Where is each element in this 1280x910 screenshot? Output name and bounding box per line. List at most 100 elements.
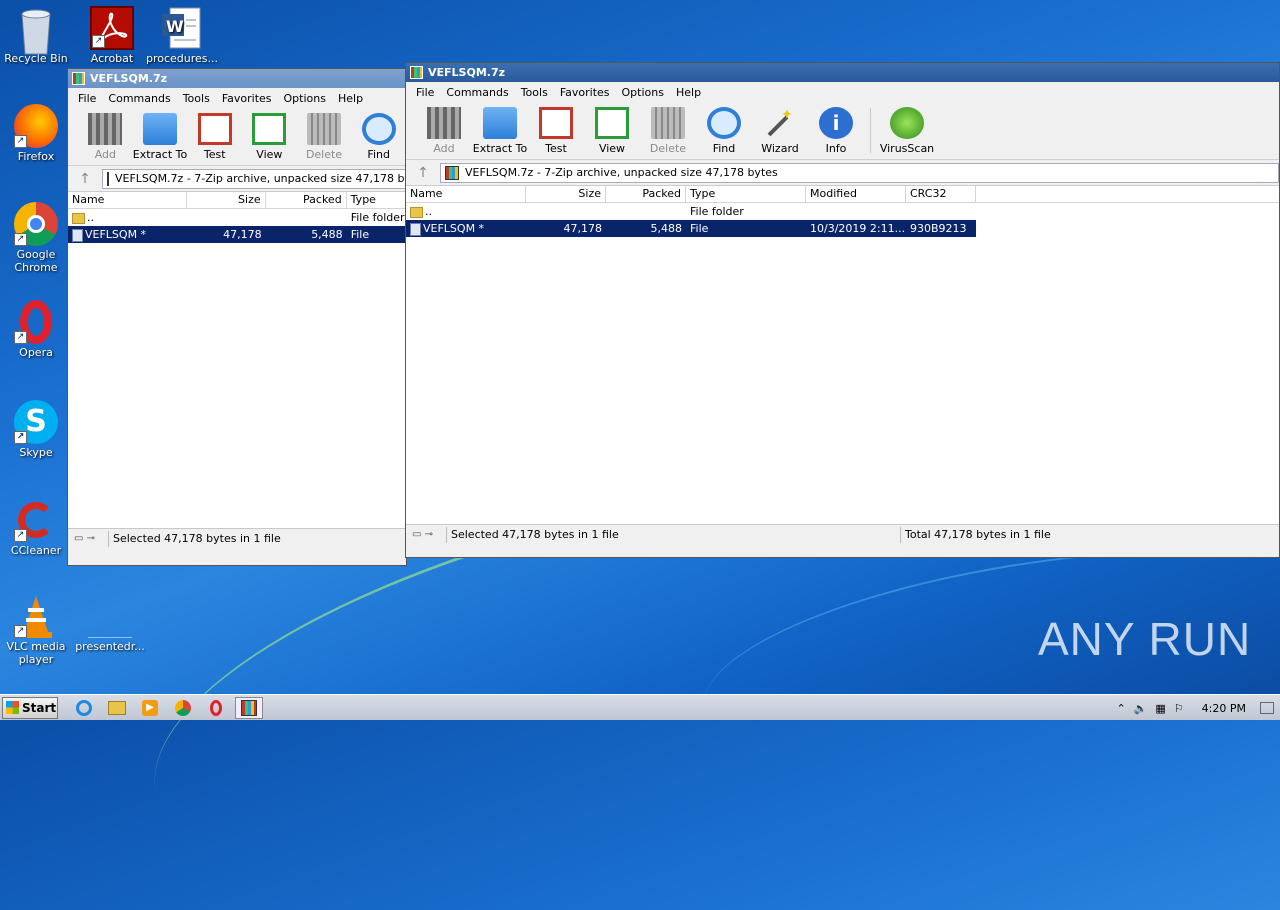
desktop-icon-presentedr[interactable]: presentedr...: [74, 612, 146, 653]
window-titlebar[interactable]: VEFLSQM.7z: [406, 63, 1279, 82]
column-name[interactable]: Name: [406, 186, 526, 202]
menu-tools[interactable]: Tools: [515, 86, 554, 99]
desktop-icon-firefox[interactable]: ↗ Firefox: [0, 104, 72, 163]
menu-help[interactable]: Help: [332, 92, 369, 105]
menu-favorites[interactable]: Favorites: [216, 92, 278, 105]
menu-tools[interactable]: Tools: [177, 92, 216, 105]
window-titlebar[interactable]: VEFLSQM.7z: [68, 69, 406, 88]
opera-icon: ↗: [14, 300, 58, 344]
desktop-icon-label: procedures...: [146, 52, 219, 65]
column-size[interactable]: Size: [526, 186, 606, 202]
file-explorer-icon[interactable]: [103, 697, 131, 719]
up-arrow-icon[interactable]: ↑: [68, 171, 102, 187]
menu-favorites[interactable]: Favorites: [554, 86, 616, 99]
desktop-icon-opera[interactable]: ↗ Opera: [0, 300, 72, 359]
chrome-taskbar-icon[interactable]: [169, 697, 197, 719]
address-field[interactable]: VEFLSQM.7z - 7-Zip archive, unpacked siz…: [440, 162, 1279, 183]
desktop-icon-ccleaner[interactable]: ↗ CCleaner: [0, 498, 72, 557]
menu-commands[interactable]: Commands: [440, 86, 514, 99]
view-button[interactable]: View: [584, 102, 640, 159]
desktop-icon-recycle-bin[interactable]: Recycle Bin: [0, 6, 72, 65]
volume-icon[interactable]: 🔈: [1134, 702, 1148, 715]
internet-explorer-icon[interactable]: [70, 697, 98, 719]
folder-icon: [72, 212, 85, 224]
magnifier-icon: [361, 113, 396, 145]
list-item[interactable]: .. File folder: [406, 203, 1279, 220]
column-name[interactable]: Name: [68, 192, 187, 208]
find-button[interactable]: Find: [351, 108, 406, 165]
desktop-icon-vlc[interactable]: ↗ VLC media player: [0, 594, 72, 666]
clock[interactable]: 4:20 PM: [1202, 702, 1246, 715]
column-type[interactable]: Type: [686, 186, 806, 202]
archive-icon: [445, 165, 459, 180]
menu-commands[interactable]: Commands: [102, 92, 176, 105]
trash-icon: [307, 113, 342, 145]
file-icon: [72, 228, 83, 242]
tray-expand-icon[interactable]: ⌃: [1116, 702, 1125, 715]
menu-file[interactable]: File: [72, 92, 102, 105]
find-button[interactable]: Find: [696, 102, 752, 159]
menu-options[interactable]: Options: [616, 86, 670, 99]
list-item-selected[interactable]: VEFLSQM * 47,178 5,488 File: [68, 226, 406, 243]
desktop-icon-skype[interactable]: S ↗ Skype: [0, 400, 72, 459]
trash-icon: [651, 107, 685, 139]
shortcut-arrow-icon: ↗: [14, 529, 27, 542]
list-item[interactable]: .. File folder: [68, 209, 406, 226]
column-size[interactable]: Size: [187, 192, 266, 208]
ccleaner-icon: ↗: [14, 498, 58, 542]
folder-extract-icon: [483, 107, 517, 139]
toolbar: Add Extract To Test View Delete Find ✦ Wi…: [406, 102, 1279, 160]
status-indicator-icon: ▭ ⊸: [74, 533, 96, 544]
action-center-flag-icon[interactable]: ⚐: [1174, 702, 1184, 715]
test-button[interactable]: Test: [187, 108, 242, 165]
status-selected: Selected 47,178 bytes in 1 file: [446, 526, 900, 543]
7zip-app-icon: [72, 72, 85, 85]
delete-button[interactable]: Delete: [297, 108, 352, 165]
back-7zip-window[interactable]: VEFLSQM.7z File Commands Tools Favorites…: [67, 68, 407, 566]
front-7zip-window[interactable]: VEFLSQM.7z File Commands Tools Favorites…: [405, 62, 1280, 558]
extract-to-button[interactable]: Extract To: [133, 108, 188, 165]
desktop-icon-acrobat[interactable]: ↗ Acrobat: [76, 6, 148, 65]
info-icon: i: [819, 107, 853, 139]
folder-icon: [410, 206, 423, 218]
desktop-icon-procedures[interactable]: W procedures...: [146, 6, 218, 65]
menu-file[interactable]: File: [410, 86, 440, 99]
info-button[interactable]: i Info: [808, 102, 864, 159]
column-packed[interactable]: Packed: [266, 192, 347, 208]
network-icon[interactable]: ▦: [1155, 702, 1165, 715]
status-bar: ▭ ⊸ Selected 47,178 bytes in 1 file: [68, 528, 406, 548]
address-field[interactable]: VEFLSQM.7z - 7-Zip archive, unpacked siz…: [102, 168, 406, 189]
opera-taskbar-icon[interactable]: [202, 697, 230, 719]
show-desktop-icon[interactable]: [1260, 702, 1274, 714]
menu-bar: File Commands Tools Favorites Options He…: [406, 82, 1279, 102]
add-button[interactable]: Add: [78, 108, 133, 165]
menu-help[interactable]: Help: [670, 86, 707, 99]
desktop-icon-chrome[interactable]: ↗ Google Chrome: [0, 202, 72, 274]
delete-button[interactable]: Delete: [640, 102, 696, 159]
file-list[interactable]: Name Size Packed Type Modified CRC32 .. …: [406, 186, 1279, 524]
column-modified[interactable]: Modified: [806, 186, 906, 202]
column-crc32[interactable]: CRC32: [906, 186, 976, 202]
menu-options[interactable]: Options: [278, 92, 332, 105]
virus-scan-icon: [890, 107, 924, 139]
desktop-icon-label: presentedr...: [75, 640, 145, 653]
7zip-taskbar-icon[interactable]: [235, 696, 263, 719]
list-item-selected[interactable]: VEFLSQM * 47,178 5,488 File 10/3/2019 2:…: [406, 220, 976, 237]
extract-to-button[interactable]: Extract To: [472, 102, 528, 159]
view-button[interactable]: View: [242, 108, 297, 165]
column-type[interactable]: Type: [347, 192, 406, 208]
file-list[interactable]: Name Size Packed Type .. File folder VEF…: [68, 192, 406, 528]
up-arrow-icon[interactable]: ↑: [406, 165, 440, 181]
virusscan-button[interactable]: VirusScan: [877, 102, 937, 159]
word-document-icon: W: [160, 6, 204, 50]
shortcut-arrow-icon: ↗: [14, 625, 27, 638]
media-player-icon[interactable]: ▶: [136, 697, 164, 719]
book-icon: [252, 113, 287, 145]
start-button[interactable]: Start: [2, 696, 58, 719]
test-button[interactable]: Test: [528, 102, 584, 159]
desktop-icon-label: Skype: [19, 446, 53, 459]
wizard-button[interactable]: ✦ Wizard: [752, 102, 808, 159]
add-button[interactable]: Add: [416, 102, 472, 159]
column-packed[interactable]: Packed: [606, 186, 686, 202]
menu-bar: File Commands Tools Favorites Options He…: [68, 88, 406, 108]
